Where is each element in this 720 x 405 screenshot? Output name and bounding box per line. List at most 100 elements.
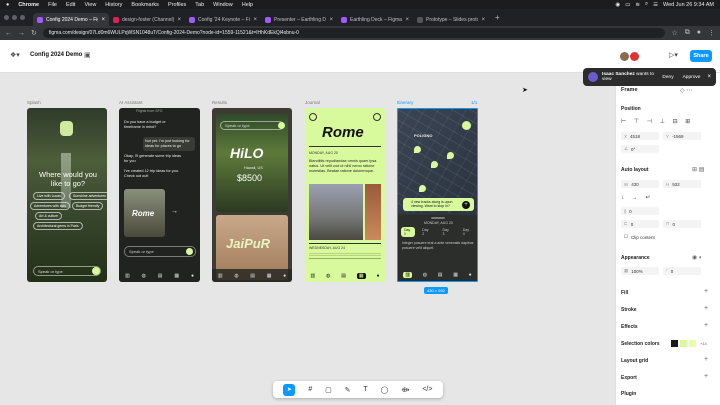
forward-icon[interactable]: → [18,30,25,37]
tab-day-1[interactable]: Day 1 [401,227,416,237]
bar-icon[interactable]: ▥ [403,271,413,278]
trash-icon[interactable]: ▤ [341,273,346,279]
map-pin-icon[interactable] [447,152,454,159]
rotation-field[interactable]: ∠ 0° [621,145,659,153]
bar-icon[interactable]: ▥ [310,273,315,279]
browser-tab[interactable]: Config 2024 Demo – Figma× [33,13,109,26]
hilo-card[interactable]: Speak or type HiLO Hawaii, US $8500 [216,114,288,212]
close-tab-icon[interactable]: × [101,17,105,23]
menu-help[interactable]: Help [242,2,253,8]
frame-label[interactable]: Itinerary [397,100,413,105]
doc-icon[interactable]: ▦ [174,273,179,279]
height-field[interactable]: H 932 [663,180,701,188]
gap-field[interactable]: ⫼ 0 [621,207,659,215]
map-pin-icon[interactable] [419,185,426,192]
direction-icons[interactable]: ↓ → ↵ [621,194,653,201]
search-icon[interactable]: ⌕ [645,1,648,8]
back-icon[interactable] [309,113,317,121]
share-button[interactable]: Share [690,50,712,62]
menu-window[interactable]: Window [213,2,233,8]
minimize-window-button[interactable] [12,15,17,20]
sidebar-toggle-icon[interactable]: ▣ [84,51,91,59]
project-title[interactable]: Config 2024 Demo [30,52,82,58]
tab-day-3[interactable]: Day 3 [438,227,456,237]
menubar-clock[interactable]: Wed Jun 26 9:34 AM [663,2,714,8]
add-effect-icon[interactable]: + [704,322,708,329]
close-tab-icon[interactable]: × [253,17,257,23]
user-icon[interactable]: ● [377,273,380,279]
trash-icon[interactable]: ▤ [438,272,443,278]
wifi-icon[interactable]: ≋ [635,2,640,8]
padding-v-field[interactable]: ⊓ 0 [663,220,701,228]
doc-icon[interactable]: ▦ [356,272,366,279]
menu-bookmarks[interactable]: Bookmarks [131,2,159,8]
actions-tool-icon[interactable]: ⟴ [401,386,409,394]
doc-icon[interactable]: ▦ [267,273,272,279]
add-fill-icon[interactable]: + [704,288,708,295]
visibility-icon[interactable]: ◉ ◐ [692,254,703,261]
profile-icon[interactable]: ● [697,29,701,37]
globe-icon[interactable]: ◍ [234,273,238,279]
splash-input[interactable]: Speak or type [33,266,101,276]
map-pin-icon[interactable] [431,161,438,168]
browser-tab[interactable]: Earthling Deck – Figma × [337,13,413,26]
move-tool-icon[interactable]: ➤ [283,383,296,396]
menu-profiles[interactable]: Profiles [168,2,186,8]
itinerary-frame[interactable]: POLIGNO 4 new tracks along is upon viewi… [397,108,478,282]
control-center-icon[interactable]: ☰ [653,2,658,8]
results-frame[interactable]: Speak or type HiLO Hawaii, US $8500 JaiP… [212,108,292,282]
frame-tool-icon[interactable]: # [308,386,312,393]
radius-field[interactable]: ◜ 0 [663,267,701,275]
suggestion-chip[interactable]: Art & culture [35,212,63,220]
frame-label[interactable]: Journal [305,100,320,105]
comment-tool-icon[interactable]: ◯ [381,386,389,394]
selection-color-swatches[interactable]: +14 [671,340,707,347]
menu-chrome[interactable]: Chrome [18,2,39,8]
trash-icon[interactable]: ▤ [250,273,255,279]
add-export-icon[interactable]: + [704,373,708,380]
doc-icon[interactable]: ▦ [453,272,458,278]
x-field[interactable]: X 4518 [621,132,659,140]
bookmark-icon[interactable]: ☆ [671,29,677,37]
results-input[interactable]: Speak or type [220,121,284,130]
avatars[interactable] [620,52,640,62]
opacity-field[interactable]: ▦ 100% [621,267,659,275]
browser-tab[interactable]: Presenter – Earthling Deck –× [261,13,337,26]
map-action-icon[interactable] [462,121,471,130]
close-icon[interactable]: × [707,74,711,80]
present-icon[interactable]: ▷▾ [669,51,678,59]
suggestion-chip[interactable]: Adventures with kids [30,202,71,210]
zoom-window-button[interactable] [20,15,25,20]
user-icon[interactable]: ● [283,273,286,279]
next-arrow-icon[interactable]: → [171,208,178,215]
suggestion-chip[interactable]: Sunshine adventures [69,192,107,200]
edit-icon[interactable] [373,113,381,121]
new-tab-icon[interactable]: + [495,13,500,22]
globe-icon[interactable]: ◍ [423,272,427,278]
extensions-icon[interactable]: ⧉ [685,29,690,37]
dev-mode-icon[interactable]: </> [422,386,432,393]
trash-icon[interactable]: ▤ [158,273,163,279]
browser-tab[interactable]: design-foster (Channel) – U...× [109,13,185,26]
battery-icon[interactable]: ▭ [625,2,630,8]
map-pin-icon[interactable] [414,146,421,153]
globe-icon[interactable]: ◍ [142,273,146,279]
mic-icon[interactable] [92,267,100,275]
suggestion-chip[interactable]: Architectural gems in Paris [33,222,83,230]
more-colors-count[interactable]: +14 [700,341,707,346]
frame-type-label[interactable]: Frame [621,87,638,93]
add-icon[interactable]: + [462,201,470,209]
color-swatch[interactable] [671,340,678,347]
width-field[interactable]: W 430 [621,180,659,188]
close-tab-icon[interactable]: × [177,17,181,23]
add-stroke-icon[interactable]: + [704,305,708,312]
align-icons[interactable]: ⊢ ⊤ ⊣ ⊥ ⊟ ⊞ [621,118,693,125]
back-icon[interactable]: ← [5,30,12,37]
user-icon[interactable]: ● [469,272,472,278]
color-swatch[interactable] [680,340,687,347]
mic-icon[interactable] [186,248,193,255]
record-icon[interactable]: ◉ [615,2,620,8]
splash-frame[interactable]: Where would you like to go? Live with Lu… [27,108,107,282]
deny-button[interactable]: Deny [662,75,673,80]
menu-tab[interactable]: Tab [195,2,204,8]
